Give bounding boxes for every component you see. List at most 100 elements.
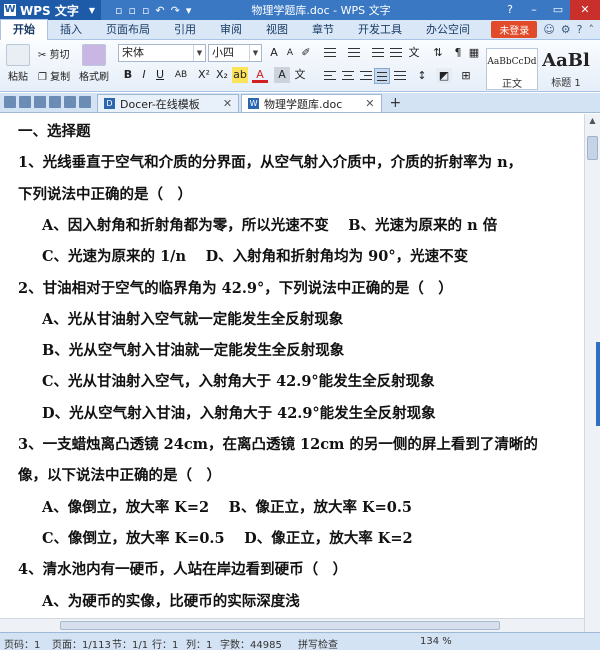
collapse-ribbon-icon[interactable]: ˄: [589, 23, 595, 36]
status-section: 节：1/1: [112, 640, 149, 650]
paste-button[interactable]: 粘贴: [4, 44, 32, 83]
paste-icon: [6, 44, 30, 66]
minimize-button[interactable]: –: [522, 0, 546, 20]
table-button[interactable]: ▦: [466, 45, 482, 61]
tab-page-layout[interactable]: 页面布局: [94, 20, 162, 40]
superscript-button[interactable]: X²: [196, 67, 212, 83]
decrease-indent-button[interactable]: [370, 45, 386, 61]
format-painter-button[interactable]: 格式刷: [78, 44, 110, 83]
redo-icon[interactable]: ↷: [171, 4, 180, 17]
maximize-button[interactable]: ▭: [546, 0, 570, 20]
tab-office-space[interactable]: 办公空间: [414, 20, 482, 40]
numbered-list-button[interactable]: [346, 45, 362, 61]
status-spell[interactable]: 拼写检查: [298, 636, 338, 650]
close-button[interactable]: ✕: [570, 0, 600, 20]
customize-icon[interactable]: ▾: [186, 4, 192, 17]
style-normal-label: 正文: [502, 79, 522, 90]
status-pages: 页面：1/113: [52, 640, 111, 650]
clear-format-button[interactable]: ✐: [298, 45, 314, 61]
chinese-layout-button[interactable]: 文: [406, 45, 422, 61]
style-heading-1[interactable]: AaBl 标题 1: [540, 48, 592, 90]
font-name-select[interactable]: 宋体 ▼: [118, 44, 206, 62]
font-size-select[interactable]: 小四 ▼: [208, 44, 262, 62]
grow-font-button[interactable]: A: [266, 45, 282, 61]
save-icon[interactable]: ▫: [142, 4, 149, 17]
status-words[interactable]: 字数：44985: [220, 636, 282, 650]
bullet-list-button[interactable]: [322, 45, 338, 61]
tab-references[interactable]: 引用: [162, 20, 208, 40]
tab-home[interactable]: 开始: [0, 19, 48, 40]
scroll-up-icon[interactable]: ▲: [585, 114, 600, 128]
app-menu-button[interactable]: W WPS 文字 ▼: [0, 0, 102, 20]
menu-right-icons: ☺ ⚙ ? ˄: [543, 23, 594, 36]
tab-insert[interactable]: 插入: [48, 20, 94, 40]
scroll-thumb[interactable]: [587, 136, 598, 160]
tab-sections[interactable]: 章节: [300, 20, 346, 40]
settings-icon[interactable]: ⚙: [561, 23, 571, 36]
increase-indent-button[interactable]: [388, 45, 404, 61]
horizontal-scroll-thumb[interactable]: [60, 621, 500, 630]
format-painter-label: 格式刷: [79, 72, 109, 83]
align-center-button[interactable]: [340, 68, 356, 84]
tab-developer[interactable]: 开发工具: [346, 20, 414, 40]
char-shading-button[interactable]: A: [274, 67, 290, 83]
align-right-button[interactable]: [358, 68, 374, 84]
document-tab-bar: D Docer-在线模板 ✕ W 物理学题库.doc ✕ +: [0, 93, 600, 113]
status-zoom[interactable]: 134 %: [420, 636, 452, 647]
distribute-button[interactable]: [392, 68, 408, 84]
status-col: 列：1: [186, 640, 213, 650]
align-left-button[interactable]: [322, 68, 338, 84]
font-name-value: 宋体: [122, 46, 144, 59]
window-controls: ? – ▭ ✕: [498, 0, 600, 20]
preview-icon[interactable]: [49, 96, 61, 108]
side-panel-handle[interactable]: [596, 342, 600, 426]
login-button[interactable]: 未登录: [491, 21, 538, 38]
wps-logo-icon: W: [4, 4, 16, 16]
document-line: C、像倒立，放大率 K=0.5 D、像正立，放大率 K=2: [42, 529, 413, 547]
new-icon[interactable]: ▫: [115, 4, 122, 17]
print-icon[interactable]: [34, 96, 46, 108]
undo-icon[interactable]: ↶: [155, 4, 164, 17]
subscript-button[interactable]: X₂: [214, 67, 230, 83]
font-size-value: 小四: [212, 46, 234, 59]
redo-icon[interactable]: [79, 96, 91, 108]
open-folder-icon[interactable]: [4, 96, 16, 108]
tab-review[interactable]: 审阅: [208, 20, 254, 40]
borders-button[interactable]: ⊞: [458, 68, 474, 84]
horizontal-scrollbar[interactable]: [0, 618, 584, 632]
shading-button[interactable]: ◩: [436, 68, 452, 84]
underline-button[interactable]: U: [152, 67, 168, 83]
strikethrough-button[interactable]: AB: [170, 67, 192, 83]
style-normal[interactable]: AaBbCcDd 正文: [486, 48, 538, 90]
close-tab-icon[interactable]: ✕: [365, 97, 374, 110]
close-tab-icon[interactable]: ✕: [223, 97, 232, 110]
copy-button[interactable]: ❐ 复制: [38, 68, 70, 83]
document-line: 3、一支蜡烛离凸透镜 24cm，在离凸透镜 12cm 的另一侧的屏上看到了清晰的: [18, 436, 538, 453]
justify-button[interactable]: [374, 68, 390, 84]
cut-button[interactable]: ✂ 剪切: [38, 46, 70, 61]
tab-docer[interactable]: D Docer-在线模板 ✕: [97, 94, 240, 112]
document-line: D、光从空气射入甘油，入射角大于 42.9°能发生全反射现象: [42, 404, 436, 422]
show-marks-button[interactable]: ¶: [450, 45, 466, 61]
shrink-font-button[interactable]: A: [282, 45, 298, 61]
document-line: A、像倒立，放大率 K=2 B、像正立，放大率 K=0.5: [42, 498, 412, 516]
tab-current-document[interactable]: W 物理学题库.doc ✕: [241, 94, 382, 112]
new-tab-button[interactable]: +: [390, 94, 402, 112]
highlight-button[interactable]: ab: [232, 67, 248, 83]
phonetic-button[interactable]: 文: [292, 67, 308, 83]
vertical-scrollbar[interactable]: ▲: [584, 114, 600, 632]
save-icon[interactable]: [19, 96, 31, 108]
help-circle-icon[interactable]: ?: [577, 23, 583, 36]
skin-icon[interactable]: ☺: [543, 23, 554, 36]
help-icon[interactable]: ?: [498, 0, 522, 20]
tab-view[interactable]: 视图: [254, 20, 300, 40]
italic-button[interactable]: I: [136, 67, 152, 83]
undo-icon[interactable]: [64, 96, 76, 108]
open-icon[interactable]: ▫: [128, 4, 135, 17]
line-spacing-button[interactable]: ↕: [414, 68, 430, 84]
document-page[interactable]: 一、选择题 1、光线垂直于空气和介质的分界面，从空气射入介质中，介质的折射率为 n…: [0, 114, 584, 632]
sort-button[interactable]: ⇅: [430, 45, 446, 61]
status-page: 页码：1: [4, 640, 41, 650]
bold-button[interactable]: B: [120, 67, 136, 83]
font-color-button[interactable]: A: [252, 67, 268, 83]
